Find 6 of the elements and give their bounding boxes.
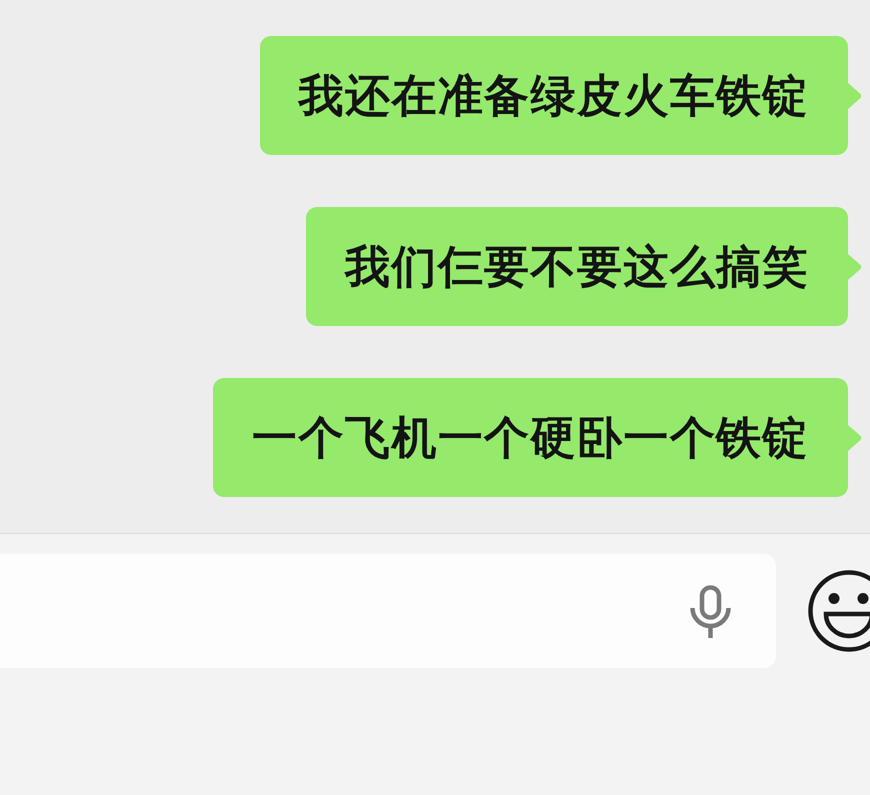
- message-input[interactable]: [0, 554, 776, 668]
- microphone-icon[interactable]: [690, 584, 731, 638]
- message-text: 我们仨要不要这么搞笑: [345, 240, 809, 294]
- message-text: 我还在准备绿皮火车铁锭: [298, 68, 809, 122]
- message-text: 一个飞机一个硬卧一个铁锭: [252, 410, 809, 464]
- smiley-icon[interactable]: [808, 570, 870, 652]
